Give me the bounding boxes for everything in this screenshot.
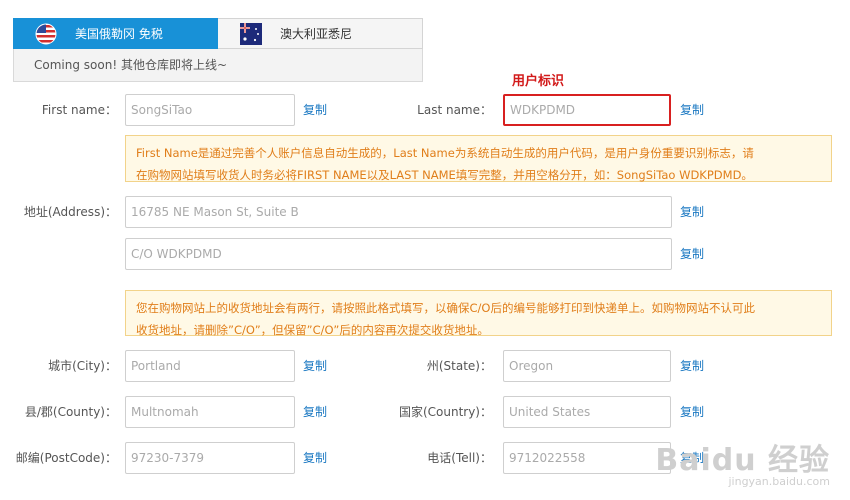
tab-label: 澳大利亚悉尼 [280, 27, 353, 41]
copy-first-name-button[interactable]: 复制 [303, 95, 327, 125]
copy-address-line2-button[interactable]: 复制 [680, 239, 704, 269]
country-label: 国家(Country)： [398, 405, 492, 419]
copy-county-button[interactable]: 复制 [303, 397, 327, 427]
us-flag-icon [35, 23, 57, 44]
state-field[interactable] [503, 350, 671, 382]
copy-last-name-button[interactable]: 复制 [680, 95, 704, 125]
address-tip-line-1: 您在购物网站上的收货地址会有两行，请按照此格式填写，以确保C/O后的编号能够打印… [136, 301, 755, 315]
tel-field[interactable] [503, 442, 671, 474]
au-flag-icon [240, 22, 262, 45]
first-name-label: First name： [41, 103, 117, 117]
copy-address-line1-button[interactable]: 复制 [680, 197, 704, 227]
country-field[interactable] [503, 396, 671, 428]
copy-postcode-button[interactable]: 复制 [303, 443, 327, 473]
address-tip-line-2: 收货地址，请删除”C/O”，但保留”C/O”后的内容再次提交收货地址。 [136, 323, 489, 337]
postcode-label: 邮编(PostCode)： [15, 451, 117, 465]
coming-soon-notice: Coming soon! 其他仓库即将上线~ [13, 49, 423, 82]
copy-state-button[interactable]: 复制 [680, 351, 704, 381]
user-id-annotation: 用户标识 [512, 74, 565, 89]
county-label: 县/郡(County)： [24, 405, 117, 419]
city-field[interactable] [125, 350, 295, 382]
first-name-field[interactable] [125, 94, 295, 126]
address-line1-field[interactable] [125, 196, 672, 228]
state-label: 州(State)： [426, 359, 492, 373]
tab-us-oregon[interactable]: 美国俄勒冈 免税 [13, 18, 218, 49]
copy-country-button[interactable]: 复制 [680, 397, 704, 427]
copy-city-button[interactable]: 复制 [303, 351, 327, 381]
baidu-watermark: Baidu 经验 jingyan.baidu.com [655, 435, 830, 488]
last-name-label: Last name： [417, 103, 492, 117]
county-field[interactable] [125, 396, 295, 428]
address-line2-field[interactable] [125, 238, 672, 270]
tab-au-sydney[interactable]: 澳大利亚悉尼 [218, 18, 423, 49]
city-label: 城市(City)： [48, 359, 117, 373]
name-tip-line-2: 在购物网站填写收货人时务必将FIRST NAME以及LAST NAME填写完整，… [136, 168, 753, 182]
last-name-field[interactable] [503, 94, 671, 126]
watermark-brand: Baidu 经验 [655, 443, 830, 478]
address-tip-box: 您在购物网站上的收货地址会有两行，请按照此格式填写，以确保C/O后的编号能够打印… [125, 290, 832, 337]
name-tip-line-1: First Name是通过完善个人账户信息自动生成的，Last Name为系统自… [136, 146, 754, 160]
address-label: 地址(Address)： [23, 205, 117, 219]
tel-label: 电话(Tell)： [427, 451, 492, 465]
name-tip-box: First Name是通过完善个人账户信息自动生成的，Last Name为系统自… [125, 135, 832, 182]
postcode-field[interactable] [125, 442, 295, 474]
tab-label: 美国俄勒冈 免税 [75, 27, 163, 41]
